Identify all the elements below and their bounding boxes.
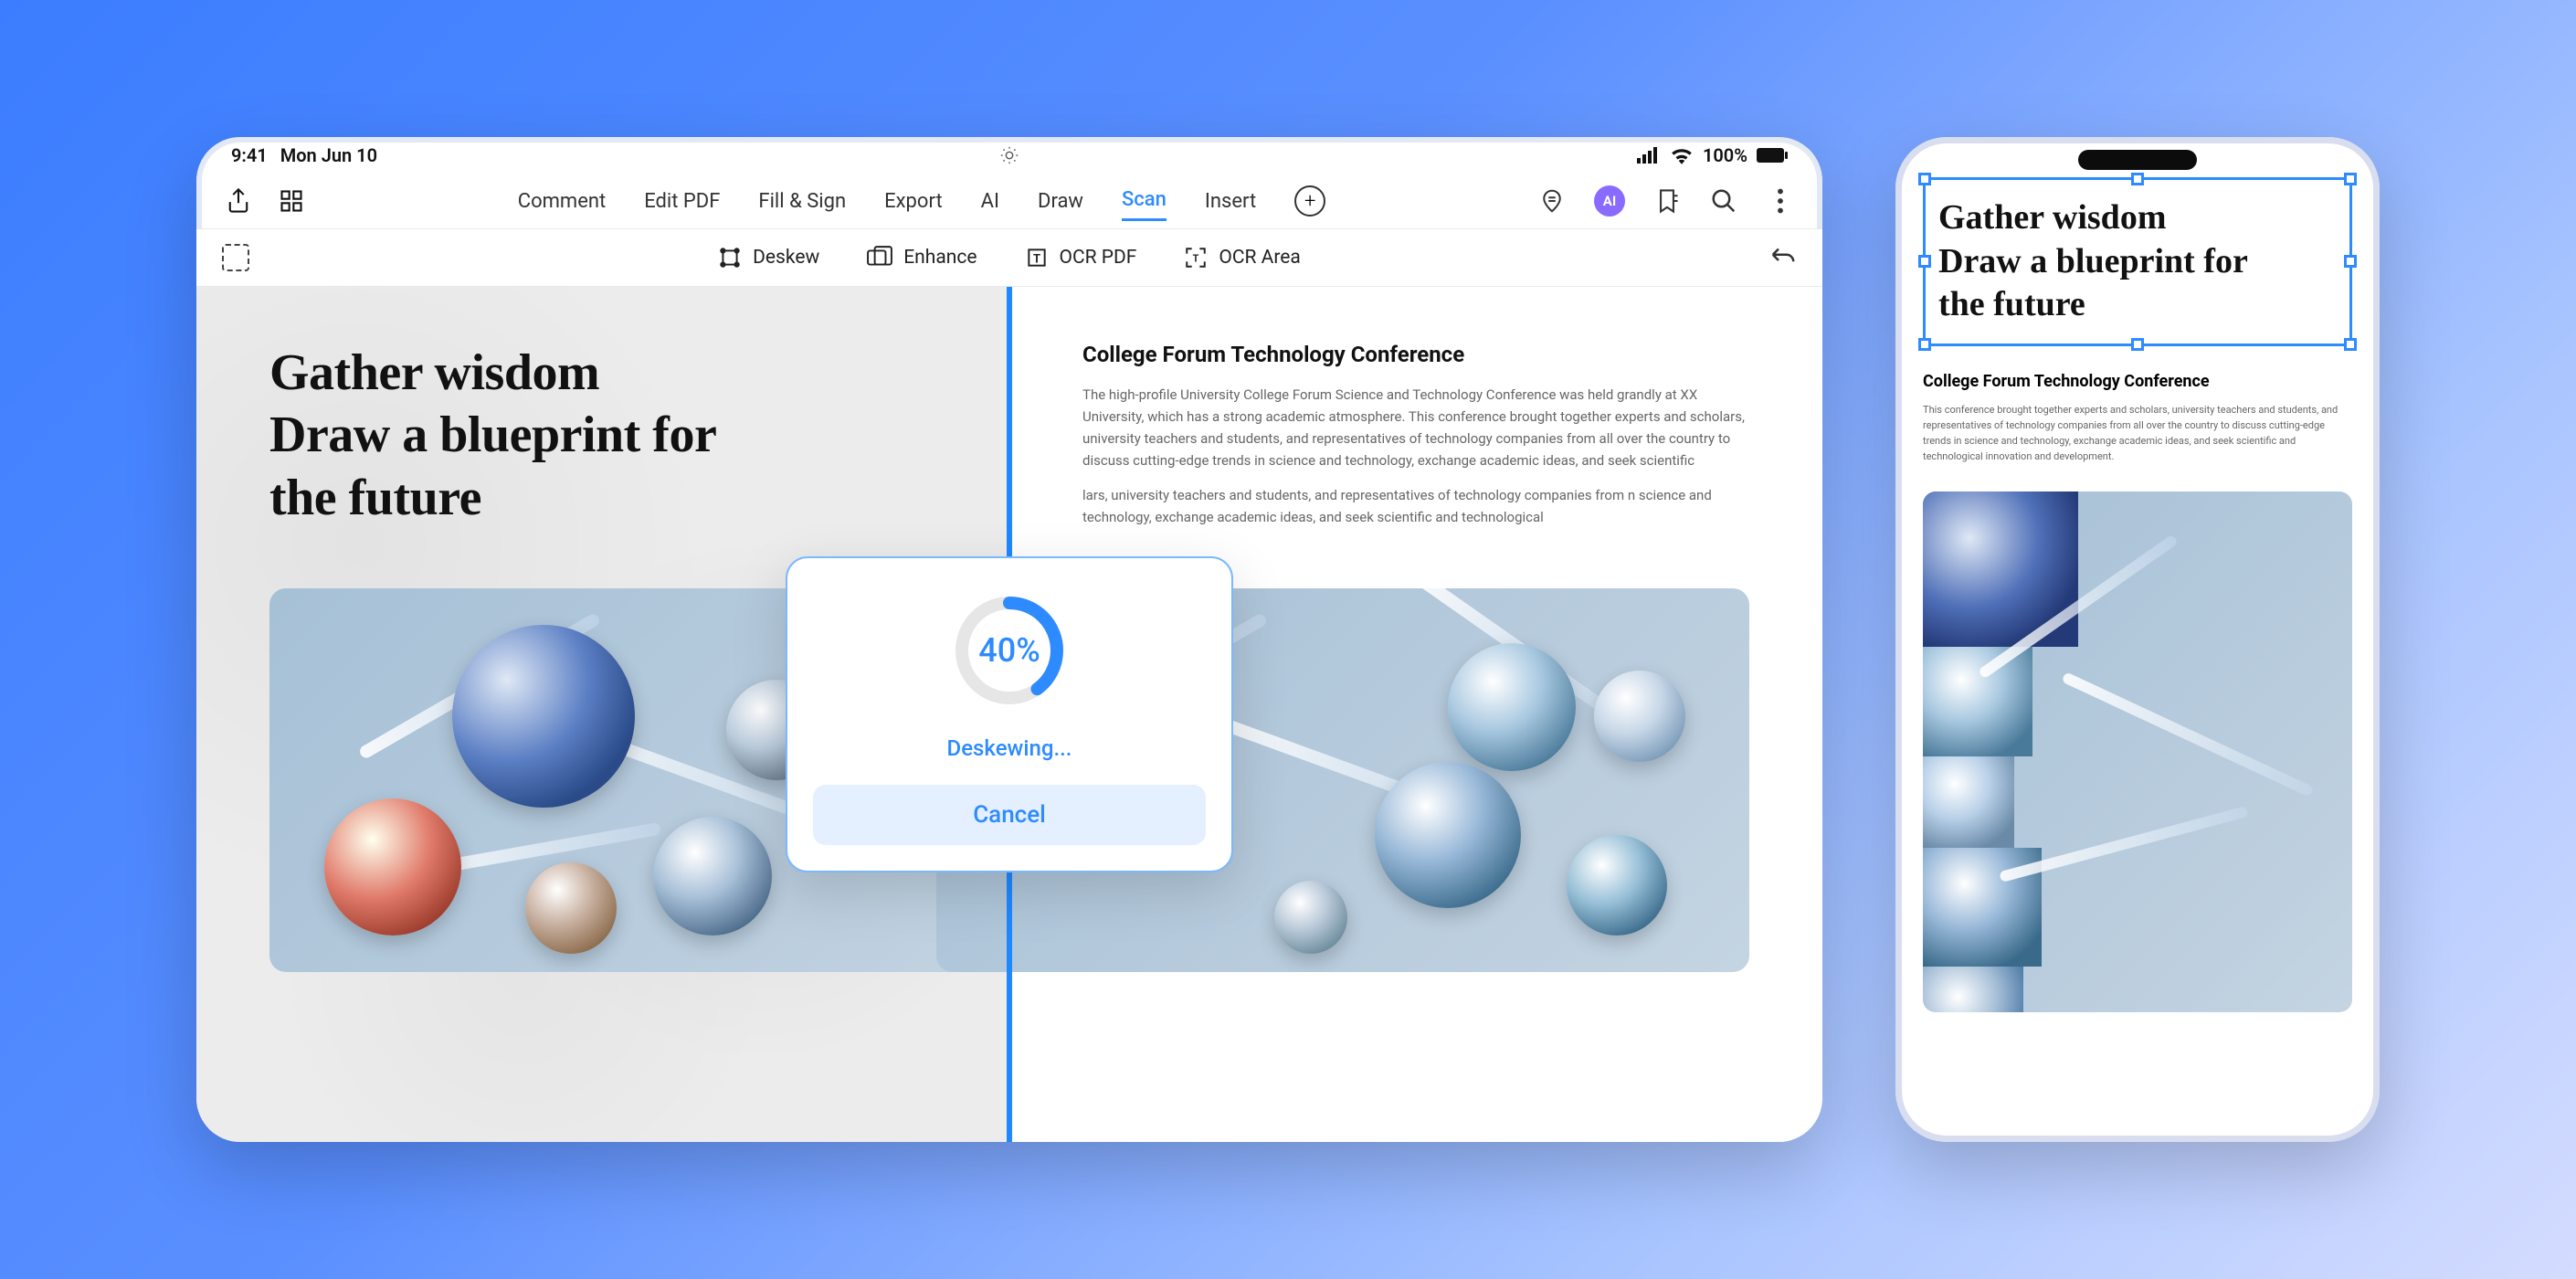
tab-comment[interactable]: Comment (518, 183, 606, 220)
resize-handle[interactable] (1918, 255, 1931, 268)
status-bar: 9:41 Mon Jun 10 100% (196, 137, 1822, 174)
phone-image (1923, 492, 2352, 1012)
brightness-icon (999, 145, 1019, 165)
battery-percent: 100% (1703, 144, 1747, 166)
ai-badge[interactable]: AI (1594, 185, 1625, 217)
resize-handle[interactable] (2344, 255, 2357, 268)
resize-handle[interactable] (1918, 338, 1931, 351)
phone-notch (2078, 150, 2197, 170)
tab-fill-sign[interactable]: Fill & Sign (758, 183, 846, 220)
svg-text:T: T (1193, 252, 1199, 264)
tablet-device: 9:41 Mon Jun 10 100% Comment Edit PDF Fi… (196, 137, 1822, 1142)
phone-title-line3: the future (1938, 283, 2337, 327)
doc-para2: lars, university teachers and students, … (1082, 484, 1749, 528)
tab-draw[interactable]: Draw (1038, 183, 1083, 220)
doc-heading: College Forum Technology Conference (1082, 342, 1749, 367)
phone-selection-box[interactable]: Gather wisdom Draw a blueprint for the f… (1923, 177, 2352, 346)
doc-title: Gather wisdom Draw a blueprint for the f… (269, 342, 936, 529)
phone-body: This conference brought together experts… (1923, 402, 2352, 464)
svg-text:T: T (1032, 252, 1040, 266)
progress-modal: 40% Deskewing... Cancel (786, 556, 1233, 872)
progress-status: Deskewing... (947, 735, 1072, 761)
ocr-area-button[interactable]: T OCR Area (1184, 246, 1300, 270)
wifi-icon (1670, 146, 1694, 164)
grid-icon[interactable] (277, 186, 306, 216)
deskew-label: Deskew (753, 247, 819, 269)
enhance-label: Enhance (903, 247, 977, 269)
doc-title-line1: Gather wisdom (269, 342, 936, 404)
phone-heading: College Forum Technology Conference (1923, 372, 2352, 391)
tab-edit-pdf[interactable]: Edit PDF (644, 183, 720, 220)
battery-icon (1757, 148, 1788, 163)
progress-ring: 40% (950, 591, 1069, 710)
progress-percent: 40% (950, 591, 1069, 710)
tab-insert[interactable]: Insert (1205, 183, 1256, 220)
doc-title-line3: the future (269, 467, 936, 529)
resize-handle[interactable] (2344, 338, 2357, 351)
resize-handle[interactable] (2344, 173, 2357, 185)
ocr-area-label: OCR Area (1219, 247, 1300, 269)
scan-subtoolbar: Deskew Enhance T OCR PDF T OCR Area (196, 228, 1822, 287)
cancel-button[interactable]: Cancel (813, 785, 1206, 845)
deskew-button[interactable]: Deskew (718, 246, 819, 270)
ocr-pdf-label: OCR PDF (1060, 247, 1137, 269)
selection-tool-icon[interactable] (222, 244, 249, 271)
phone-title-line2: Draw a blueprint for (1938, 240, 2337, 284)
bookmark-icon[interactable] (1652, 186, 1682, 216)
eyedropper-icon[interactable] (1537, 186, 1567, 216)
resize-handle[interactable] (1918, 173, 1931, 185)
signal-icon (1637, 147, 1661, 164)
phone-doc-title: Gather wisdom Draw a blueprint for the f… (1938, 196, 2337, 327)
tab-scan[interactable]: Scan (1122, 181, 1167, 221)
undo-icon[interactable] (1769, 244, 1797, 271)
tab-ai[interactable]: AI (981, 183, 999, 220)
phone-title-line1: Gather wisdom (1938, 196, 2337, 240)
document-viewport[interactable]: Gather wisdom Draw a blueprint for the f… (196, 287, 1822, 1142)
doc-title-line2: Draw a blueprint for (269, 404, 936, 466)
doc-para1: The high-profile University College Foru… (1082, 384, 1749, 471)
resize-handle[interactable] (2131, 173, 2144, 185)
tab-export[interactable]: Export (884, 183, 943, 220)
add-tab-button[interactable]: + (1294, 185, 1325, 217)
share-icon[interactable] (224, 186, 253, 216)
status-time: 9:41 (231, 144, 268, 166)
phone-device: Gather wisdom Draw a blueprint for the f… (1895, 137, 2380, 1142)
more-icon[interactable] (1766, 186, 1795, 216)
search-icon[interactable] (1709, 186, 1738, 216)
resize-handle[interactable] (2131, 338, 2144, 351)
status-date: Mon Jun 10 (280, 144, 377, 166)
main-toolbar: Comment Edit PDF Fill & Sign Export AI D… (196, 174, 1822, 228)
enhance-button[interactable]: Enhance (867, 246, 977, 270)
ocr-pdf-button[interactable]: T OCR PDF (1025, 246, 1137, 270)
